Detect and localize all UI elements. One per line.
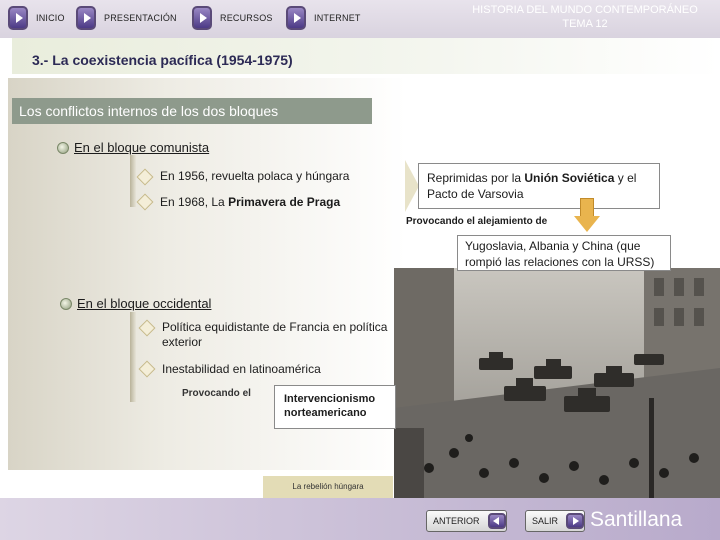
connector-line	[130, 312, 136, 402]
play-arrow-icon	[76, 6, 96, 30]
arrow-right-icon	[405, 160, 419, 212]
photo-caption: La rebelión húngara	[263, 476, 393, 498]
arrow-left-icon	[487, 513, 506, 529]
recursos-label: RECURSOS	[220, 13, 273, 23]
arrow-right-icon	[566, 513, 585, 529]
connector-line	[130, 155, 136, 207]
recursos-button[interactable]: RECURSOS	[192, 4, 273, 32]
photo-illustration	[394, 268, 720, 498]
interventionism-box: Intervencionismo norteamericano	[274, 385, 396, 429]
presentacion-button[interactable]: PRESENTACIÓN	[76, 4, 177, 32]
communist-bloc-label: En el bloque comunista	[74, 140, 210, 155]
previous-label: ANTERIOR	[433, 516, 480, 526]
western-bloc-bullet: En el bloque occidental	[60, 296, 211, 311]
play-arrow-icon	[8, 6, 28, 30]
bullet-icon	[57, 141, 69, 154]
course-title: HISTORIA DEL MUNDO CONTEMPORÁNEO TEMA 12	[455, 3, 715, 31]
western-item-1: Política equidistante de Francia en polí…	[162, 320, 388, 349]
exit-label: SALIR	[532, 516, 559, 526]
top-nav-bar: INICIO PRESENTACIÓN RECURSOS INTERNET HI…	[0, 0, 720, 38]
exit-button[interactable]: SALIR	[525, 510, 586, 532]
course-title-line1: HISTORIA DEL MUNDO CONTEMPORÁNEO	[472, 4, 698, 16]
communist-item-1: En 1956, revuelta polaca y húngara	[160, 169, 350, 183]
communist-bloc-bullet: En el bloque comunista	[57, 140, 209, 155]
communist-result-box: Yugoslavia, Albania y China (que rompió …	[457, 235, 671, 271]
subheading-bar: Los conflictos internos de los dos bloqu…	[12, 98, 372, 124]
santillana-logo: Santillana	[590, 508, 683, 531]
western-bloc-label: En el bloque occidental	[77, 296, 212, 311]
presentacion-label: PRESENTACIÓN	[104, 13, 177, 23]
bullet-icon	[60, 297, 72, 310]
play-arrow-icon	[192, 6, 212, 30]
inicio-button[interactable]: INICIO	[8, 4, 65, 32]
communist-provoking-label: Provocando el alejamiento de	[406, 216, 548, 227]
section-title: 3.- La coexistencia pacífica (1954-1975)	[32, 52, 293, 68]
section-title-bar: 3.- La coexistencia pacífica (1954-1975)	[12, 38, 720, 74]
western-provoking-label: Provocando el	[182, 388, 251, 399]
inicio-label: INICIO	[36, 13, 65, 23]
communist-item-2: En 1968, La Primavera de Praga	[160, 195, 341, 209]
slide: INICIO PRESENTACIÓN RECURSOS INTERNET HI…	[0, 0, 720, 540]
arrow-down-icon	[574, 198, 600, 234]
subheading: Los conflictos internos de los dos bloqu…	[19, 103, 279, 119]
internet-button[interactable]: INTERNET	[286, 4, 361, 32]
western-item-2: Inestabilidad en latinoamérica	[162, 362, 321, 376]
repression-callout: Reprimidas por la Unión Soviética y el P…	[418, 163, 660, 209]
play-arrow-icon	[286, 6, 306, 30]
hungarian-revolt-photo	[394, 268, 720, 498]
internet-label: INTERNET	[314, 13, 361, 23]
previous-button[interactable]: ANTERIOR	[426, 510, 507, 532]
course-title-line2: TEMA 12	[562, 18, 608, 30]
